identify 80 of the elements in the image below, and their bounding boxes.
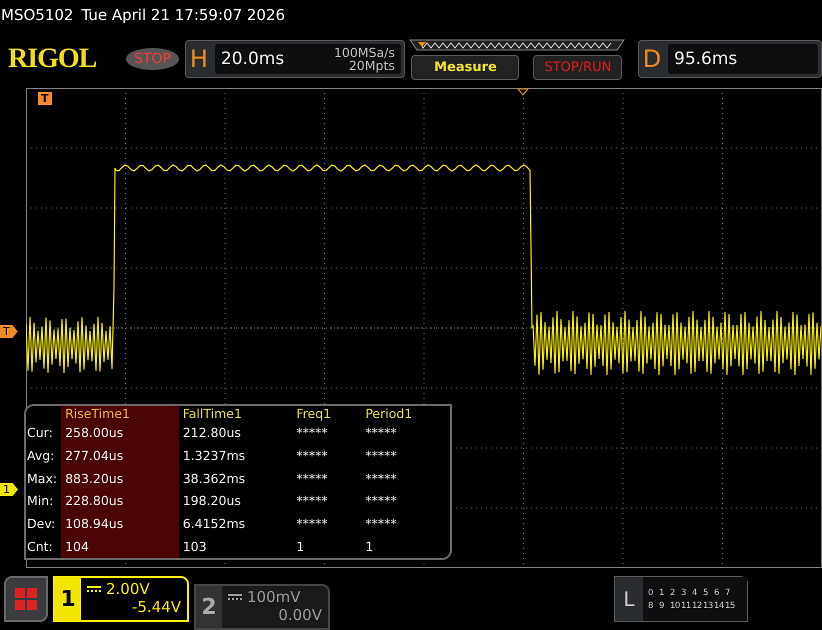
delay-panel[interactable]: D 95.6ms bbox=[638, 40, 822, 78]
date-time: Tue April 21 17:59:07 2026 bbox=[81, 6, 286, 24]
measurement-value: ***** bbox=[295, 446, 329, 465]
digital-channel-number: 2 bbox=[670, 588, 676, 598]
measurement-value: 1 bbox=[364, 538, 374, 556]
digital-channel-number: 7 bbox=[725, 588, 731, 598]
measure-button[interactable]: Measure bbox=[411, 54, 520, 80]
statistic-label: Cur: bbox=[26, 421, 62, 444]
digital-channel-number: 12 bbox=[692, 600, 703, 610]
statistic-label: Min: bbox=[26, 489, 62, 512]
measurement-value: ***** bbox=[364, 492, 398, 510]
timebase-value: 20.0ms bbox=[220, 49, 284, 69]
dc-coupling-icon bbox=[87, 586, 101, 592]
digital-channel-number: 0 bbox=[648, 588, 654, 598]
digital-channel-number: 4 bbox=[692, 588, 698, 598]
sample-rate: 100MSa/s bbox=[334, 46, 395, 59]
measurement-value: ***** bbox=[295, 492, 329, 510]
statistic-label: Cnt: bbox=[26, 535, 62, 558]
delay-label: D bbox=[642, 45, 662, 73]
measurement-value: ***** bbox=[292, 421, 362, 444]
measurement-value: 258.00us bbox=[61, 421, 179, 444]
measurement-value: 198.20us bbox=[178, 489, 292, 512]
digital-channel-number: 8 bbox=[648, 600, 654, 610]
measurement-header[interactable]: RiseTime1 bbox=[61, 406, 179, 421]
channel-panel[interactable]: 2 100mV 0.00V bbox=[194, 584, 330, 630]
channel-offset: 0.00V bbox=[278, 606, 322, 624]
measurement-value: 103 bbox=[178, 535, 292, 558]
memory-depth: 20Mpts bbox=[348, 59, 395, 72]
measurement-value: 277.04us bbox=[61, 444, 179, 467]
measurement-value: ***** bbox=[364, 515, 398, 534]
statistic-label: Max: bbox=[26, 466, 62, 490]
horizontal-panel[interactable]: H 20.0ms 100MSa/s 20Mpts bbox=[184, 40, 405, 78]
measurement-value: ***** bbox=[364, 470, 398, 488]
statistic-label: Dev: bbox=[26, 512, 62, 536]
trigger-point-marker-icon bbox=[516, 88, 530, 96]
measurement-value: 6.4152ms bbox=[178, 512, 292, 536]
menu-button[interactable] bbox=[4, 576, 48, 622]
measurement-header[interactable]: FallTime1 bbox=[178, 406, 292, 421]
statistic-label: Avg: bbox=[26, 444, 62, 467]
digital-channel-number: 1 bbox=[659, 588, 665, 598]
horizontal-label: H bbox=[188, 45, 209, 73]
digital-channel-number: 15 bbox=[725, 600, 736, 610]
measurement-value: 883.20us bbox=[61, 466, 179, 490]
digital-channel-number: 14 bbox=[714, 600, 725, 610]
digital-channel-number: 13 bbox=[703, 600, 714, 610]
digital-channel-number: 11 bbox=[681, 600, 692, 610]
digital-channel-number: 6 bbox=[714, 588, 720, 598]
measurement-value: 1.3237ms bbox=[178, 444, 292, 467]
measurement-value: 104 bbox=[61, 535, 179, 558]
measurement-header[interactable]: Freq1 bbox=[292, 406, 362, 421]
digital-channel-number: 3 bbox=[681, 588, 687, 598]
trigger-level-marker[interactable]: T bbox=[0, 325, 18, 338]
measurement-value: 108.94us bbox=[61, 512, 179, 536]
measurement-value: 228.80us bbox=[61, 489, 179, 512]
channel-panel[interactable]: 1 2.00V -5.44V bbox=[53, 576, 189, 622]
logic-panel[interactable]: L 0 1 2 3 4 5 6 7 8 9 10 11 12 13 14 15 bbox=[614, 576, 748, 622]
digital-channel-number: 5 bbox=[703, 588, 709, 598]
measurement-value: ***** bbox=[295, 470, 329, 488]
channel-scale: 100mV bbox=[247, 588, 301, 606]
dc-coupling-icon bbox=[228, 594, 242, 600]
logo: RIGOL bbox=[8, 43, 98, 75]
digital-channel-number: 10 bbox=[670, 600, 681, 610]
measurement-value: ***** bbox=[295, 515, 329, 534]
trigger-position-marker[interactable]: T bbox=[38, 92, 52, 105]
measurement-value: 38.362ms bbox=[178, 466, 292, 490]
digital-channel-number: 9 bbox=[659, 600, 665, 610]
measurement-value: ***** bbox=[364, 424, 398, 442]
channel-number: 2 bbox=[196, 586, 222, 628]
channel-offset-marker[interactable]: 1 bbox=[0, 483, 18, 496]
measurement-header[interactable]: Period1 bbox=[361, 406, 450, 421]
channel-scale: 2.00V bbox=[106, 580, 150, 598]
measurement-value: 212.80us bbox=[178, 421, 292, 444]
measurement-value: ***** bbox=[364, 446, 398, 465]
logic-label: L bbox=[622, 586, 636, 613]
model-name: MSO5102 bbox=[1, 6, 74, 24]
channel-number: 1 bbox=[55, 578, 81, 620]
grid-icon bbox=[14, 587, 38, 611]
measurement-value: 1 bbox=[295, 538, 306, 556]
delay-value: 95.6ms bbox=[674, 49, 738, 69]
channel-offset: -5.44V bbox=[132, 598, 181, 616]
